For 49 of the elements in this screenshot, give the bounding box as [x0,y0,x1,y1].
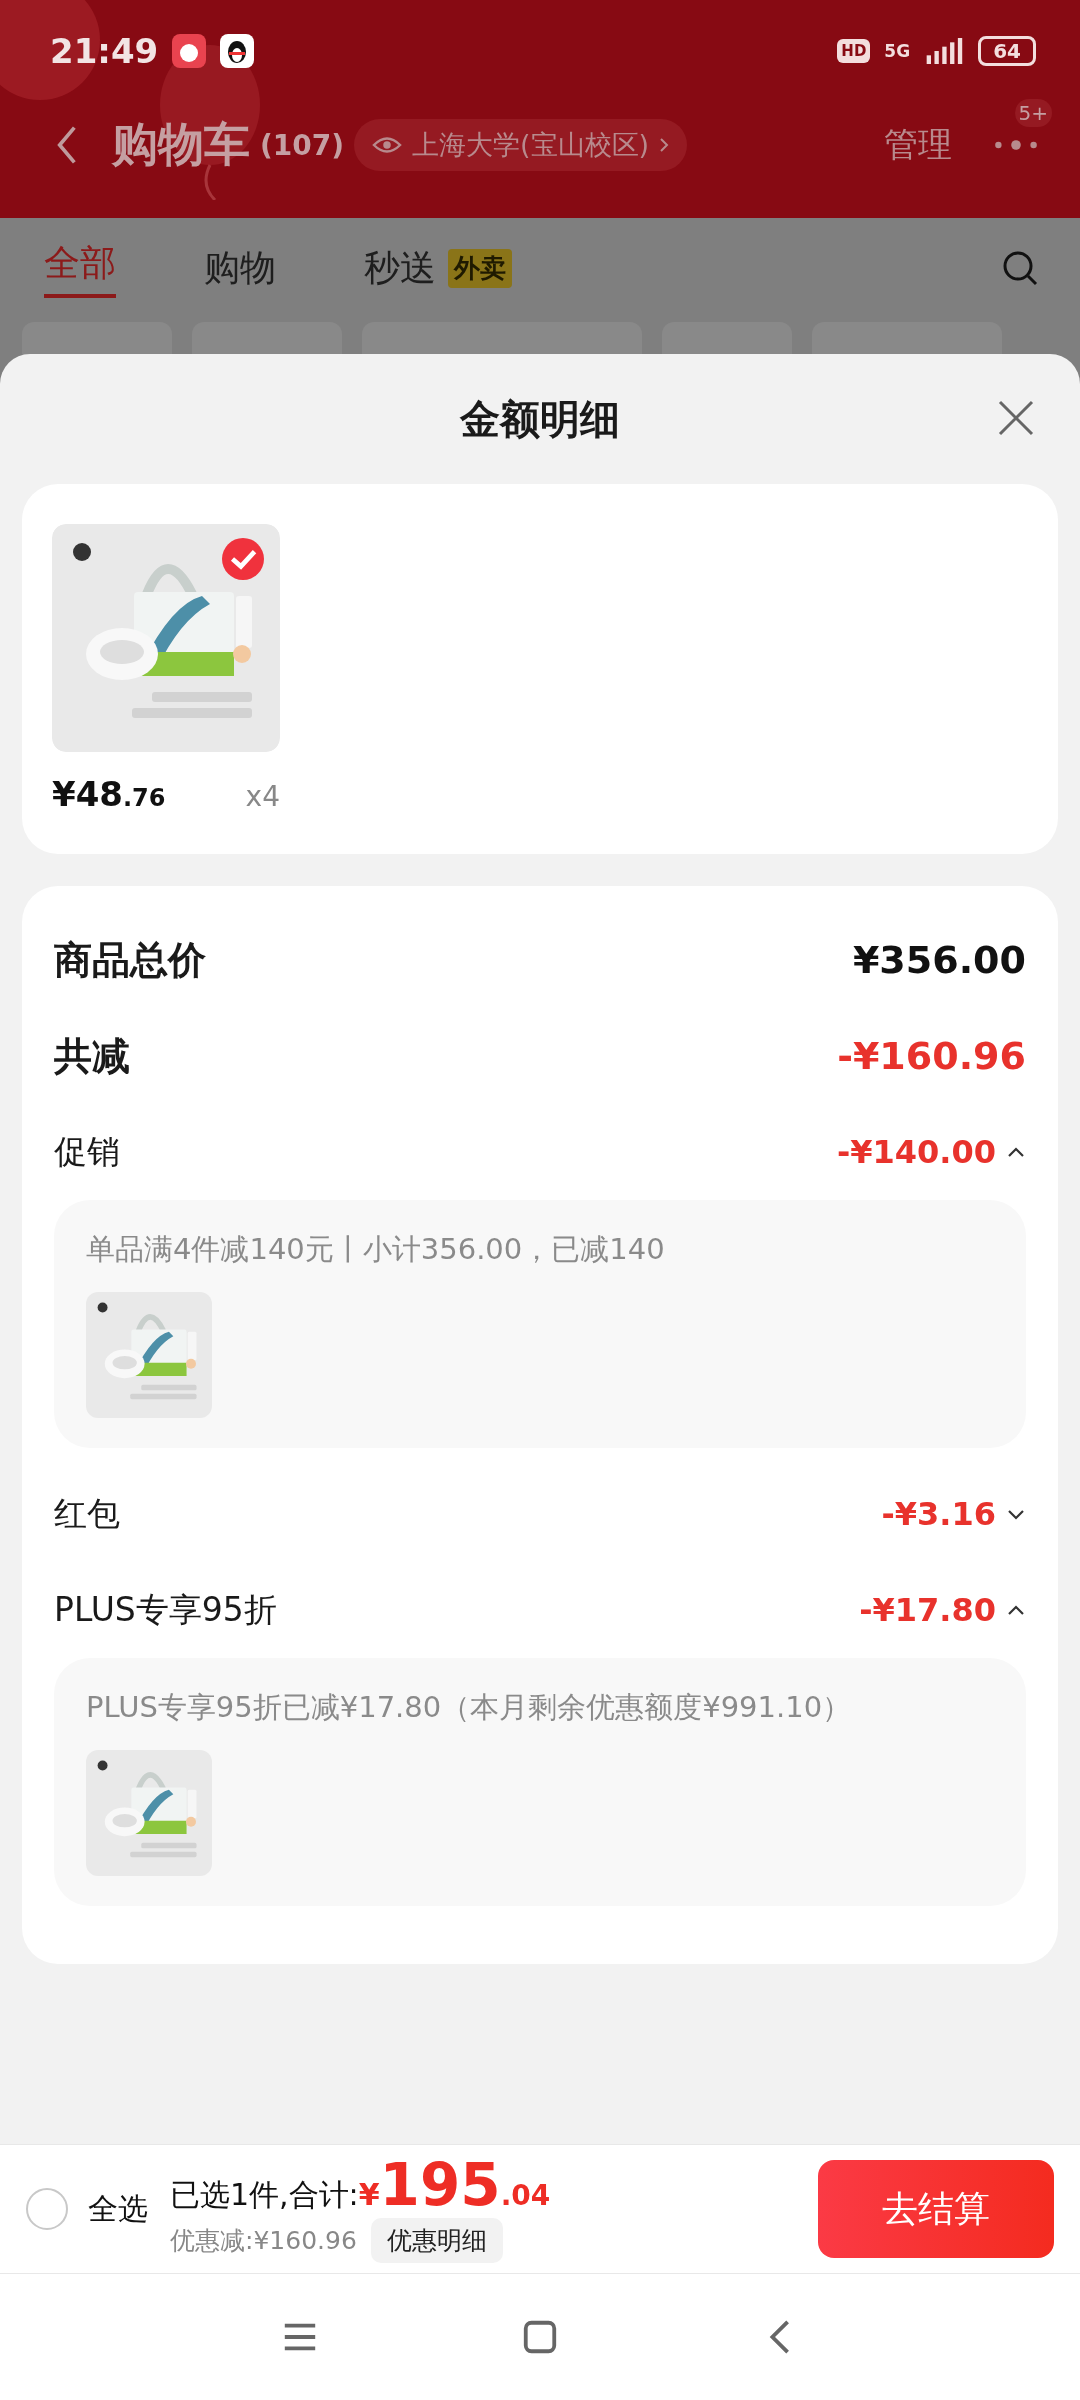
signal-icon [924,38,965,64]
item-count: (107) [260,128,345,162]
discount-description: 单品满4件减140元丨小计356.00，已减140 [86,1231,666,1268]
close-icon[interactable] [996,398,1036,438]
tag: 外卖 [448,248,512,288]
amount-value: -¥17.80 [859,1591,996,1629]
back-icon[interactable] [56,124,78,166]
hd-badge: HD [837,39,871,63]
checkout-button[interactable]: 去结算 [818,2160,1054,2258]
location-text: 上海大学(宝山校区) [412,128,650,162]
tab[interactable]: 秒送 [364,243,436,293]
row-label: 红包 [54,1492,121,1535]
eye-icon [372,135,403,155]
row-label: 促销 [54,1130,121,1173]
row-label: 商品总价 [54,936,207,984]
penguin-icon [220,34,255,68]
row-label: PLUS专享95折 [54,1588,278,1631]
quantity: x4 [245,780,280,813]
manage-button[interactable]: 管理 [884,122,952,168]
notification-badge: 5+ [1014,99,1052,127]
discount-detail-button[interactable]: 优惠明细 [370,2217,503,2263]
total-price: ¥195.04 [358,2155,551,2214]
app-icon [172,34,207,68]
tab[interactable]: 全部 [44,238,116,298]
select-all-label: 全选 [88,2189,148,2228]
tab[interactable]: 购物 [204,243,276,293]
sheet-title: 金额明细 [460,394,620,444]
page-title: 购物车 [112,116,250,173]
check-icon[interactable] [222,538,264,580]
discount-description: PLUS专享95折已减¥17.80（本月剩余优惠额度¥991.10） [86,1689,853,1726]
chevron-right-icon [659,137,670,153]
more-icon[interactable] [992,139,1040,151]
chevron-up-icon[interactable] [1006,1146,1026,1158]
clock-time: 21:49 [50,31,159,71]
chevron-up-icon[interactable] [1006,1604,1026,1616]
amount-value: -¥160.96 [837,1034,1026,1078]
amount-value: -¥140.00 [836,1133,996,1171]
location-pill[interactable]: 上海大学(宝山校区) [354,119,688,171]
amount-value: ¥356.00 [852,938,1026,982]
network-label: 5G [884,41,911,61]
chevron-down-icon[interactable] [1006,1508,1026,1520]
total-label: 已选1件,合计: [170,2175,359,2214]
row-label: 共减 [54,1032,131,1080]
amount-value: -¥3.16 [881,1495,996,1533]
discount-amount: 优惠减:¥160.96 [170,2224,357,2257]
item-price: ¥48.76 [52,774,166,814]
select-all-radio[interactable] [26,2188,68,2230]
battery-indicator: 64 [978,36,1036,66]
home-icon[interactable] [521,2318,559,2356]
